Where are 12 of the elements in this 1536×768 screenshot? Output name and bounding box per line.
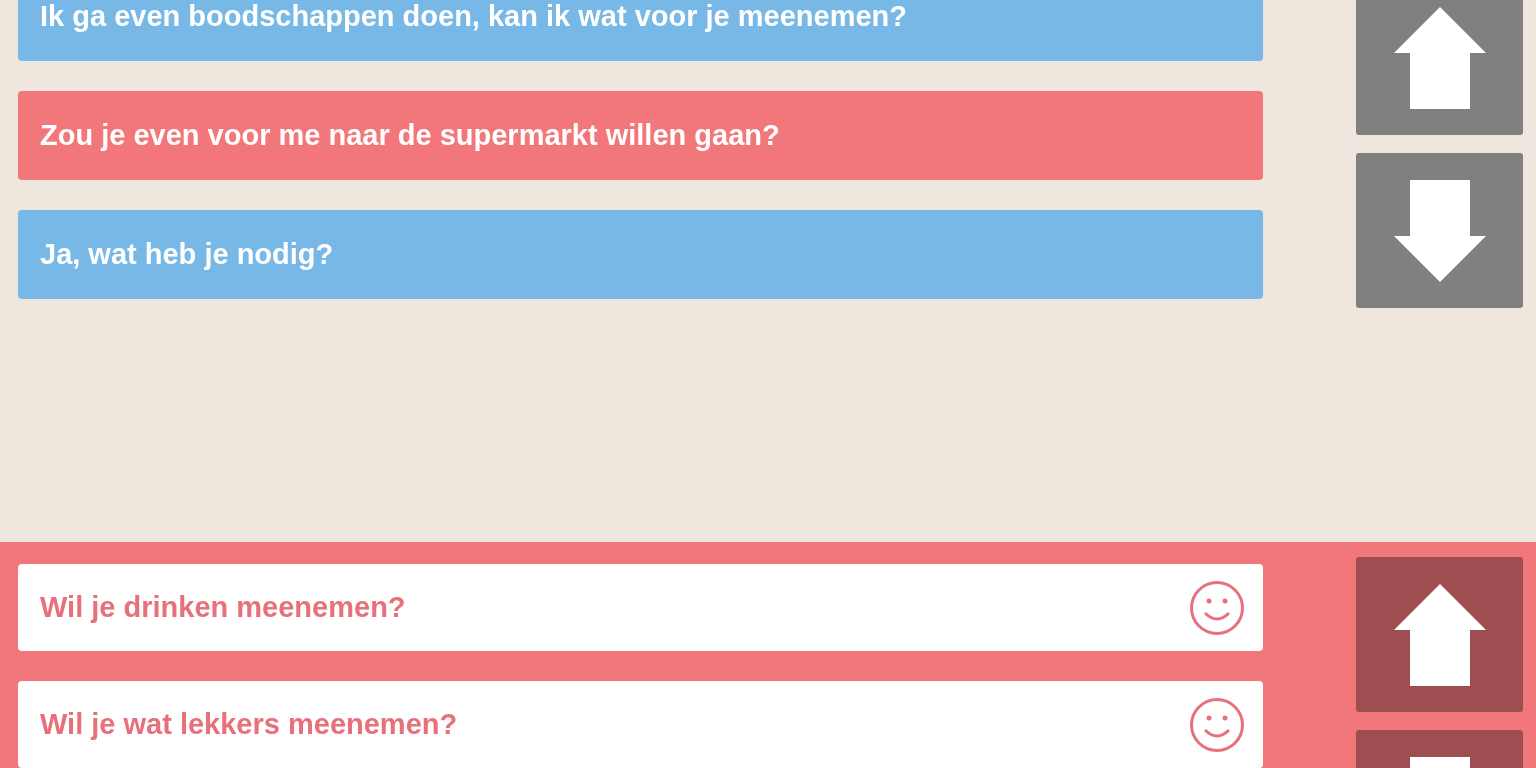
scroll-down-button[interactable]	[1356, 153, 1523, 308]
answer-option[interactable]: Wil je wat lekkers meenemen?	[18, 681, 1263, 768]
message-bubble: Ja, wat heb je nodig?	[18, 210, 1263, 299]
smiley-icon	[1189, 696, 1245, 753]
answer-option[interactable]: Wil je drinken meenemen?	[18, 564, 1263, 651]
smiley-icon	[1189, 579, 1245, 636]
message-bubble: Zou je even voor me naar de supermarkt willen gaan?	[18, 91, 1263, 180]
scroll-up-button[interactable]	[1356, 557, 1523, 712]
up-arrow-icon	[1393, 6, 1486, 109]
up-arrow-icon	[1393, 583, 1486, 686]
message-bubble: Ik ga even boodschappen doen, kan ik wat voor je meenemen?	[18, 0, 1263, 61]
scroll-up-button[interactable]	[1356, 0, 1523, 135]
